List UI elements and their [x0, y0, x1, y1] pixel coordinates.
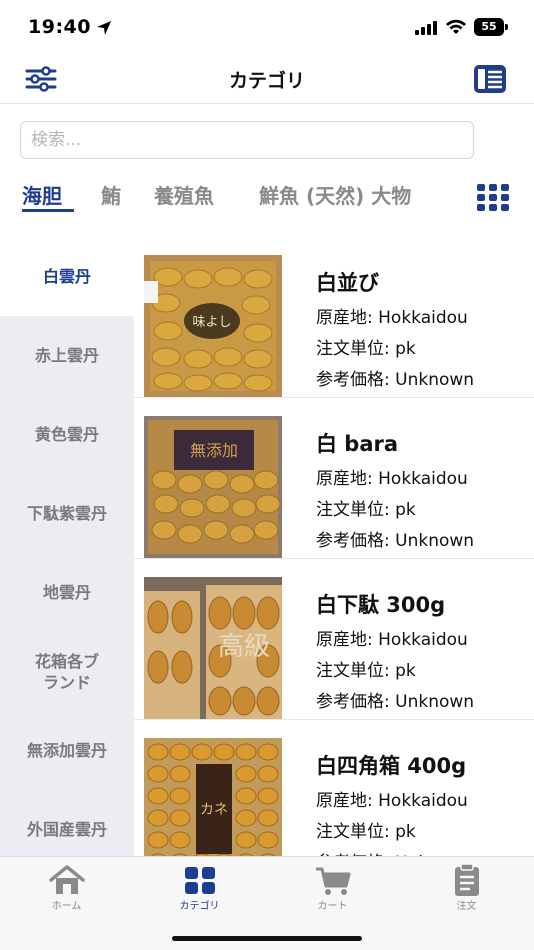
status-bar: 19:40 55 — [0, 0, 534, 56]
product-card[interactable]: 高級 白下駄 300g 原産地: Hokkaidou 注文単位: pk 参考価格… — [134, 559, 534, 720]
wifi-icon — [446, 19, 466, 34]
product-image: カネ — [144, 738, 282, 857]
product-list: 味よし 白並び 原産地: Hokkaidou 注文単位: pk 参考価格: Un… — [134, 237, 534, 857]
product-origin: 原産地: Hokkaidou — [316, 791, 468, 811]
tab-farmed-fish[interactable]: 養殖魚 — [154, 180, 214, 209]
product-price: 参考価格: Unknown — [316, 370, 475, 390]
product-price: 参考価格: Unknown — [316, 531, 475, 551]
tabbar-home[interactable]: ホーム — [0, 857, 133, 917]
package-label: 味よし — [192, 315, 231, 330]
category-tabs: 海胆 鮪 養殖魚 鮮魚 (天然) 大物 — [0, 176, 534, 220]
package-label: 高級 — [218, 632, 270, 662]
catalog-icon[interactable] — [472, 63, 508, 95]
sidebar-item-kiiro-uni[interactable]: 黄色雲丹 — [0, 395, 134, 474]
product-name: 白四角箱 400g — [316, 754, 467, 778]
product-name: 白 bara — [316, 432, 399, 456]
sidebar-item-shiro-uni[interactable]: 白雲丹 — [0, 237, 134, 316]
home-icon — [49, 865, 85, 894]
home-indicator — [172, 936, 362, 941]
location-arrow-icon — [97, 21, 111, 35]
search-input[interactable] — [20, 121, 474, 159]
product-card[interactable]: カネ 白四角箱 400g 原産地: Hokkaidou 注文単位: pk 参考価… — [134, 720, 534, 857]
active-tab-indicator — [22, 209, 74, 212]
product-origin: 原産地: Hokkaidou — [316, 469, 468, 489]
product-name: 白下駄 300g — [316, 593, 446, 617]
subcategory-sidebar: 白雲丹 赤上雲丹 黄色雲丹 下駄紫雲丹 地雲丹 花箱各ブランド 無添加雲丹 外国… — [0, 237, 134, 857]
product-image: 無添加 — [144, 416, 282, 558]
product-unit: 注文単位: pk — [316, 500, 416, 520]
product-image: 高級 — [144, 577, 282, 719]
tabbar-label: カート — [317, 901, 348, 912]
product-unit: 注文単位: pk — [316, 822, 416, 842]
tabbar-orders[interactable]: 注文 — [400, 857, 533, 917]
tab-uni[interactable]: 海胆 — [22, 180, 62, 209]
sidebar-item-mutenka-uni[interactable]: 無添加雲丹 — [0, 711, 134, 790]
sidebar-item-aka-uni[interactable]: 赤上雲丹 — [0, 316, 134, 395]
sidebar-item-geta-murasaki-uni[interactable]: 下駄紫雲丹 — [0, 474, 134, 553]
product-unit: 注文単位: pk — [316, 339, 416, 359]
tabbar-label: 注文 — [456, 901, 477, 912]
package-label: カネ — [200, 802, 228, 818]
package-label: 無添加 — [190, 441, 238, 460]
sidebar-item-gaikoku-uni[interactable]: 外国産雲丹 — [0, 790, 134, 857]
tab-wild-fish[interactable]: 鮮魚 (天然) 大物 — [259, 180, 411, 209]
product-price: 参考価格: Unknown — [316, 692, 475, 712]
grid-icon[interactable] — [475, 182, 511, 212]
page-title: カテゴリ — [228, 70, 305, 92]
battery-level: 55 — [481, 20, 497, 33]
tabbar-label: ホーム — [51, 901, 82, 912]
battery-indicator: 55 — [474, 18, 508, 36]
product-origin: 原産地: Hokkaidou — [316, 630, 468, 650]
product-name: 白並び — [316, 271, 379, 295]
product-image: 味よし — [144, 255, 282, 397]
product-card[interactable]: 無添加 白 bara 原産地: Hokkaidou 注文単位: pk 参考価格:… — [134, 398, 534, 559]
tabbar-label: カテゴリ — [179, 901, 220, 912]
clipboard-icon — [455, 863, 479, 896]
status-time: 19:40 — [28, 16, 91, 38]
product-card[interactable]: 味よし 白並び 原産地: Hokkaidou 注文単位: pk 参考価格: Un… — [134, 237, 534, 398]
nav-header: カテゴリ — [0, 56, 534, 104]
tab-maguro[interactable]: 鮪 — [101, 180, 121, 209]
product-unit: 注文単位: pk — [316, 661, 416, 681]
cellular-signal-icon — [415, 21, 437, 35]
category-grid-icon — [185, 867, 215, 894]
tabbar-category[interactable]: カテゴリ — [133, 857, 266, 917]
tabbar-cart[interactable]: カート — [266, 857, 399, 917]
sidebar-item-ji-uni[interactable]: 地雲丹 — [0, 553, 134, 632]
product-origin: 原産地: Hokkaidou — [316, 308, 468, 328]
cart-icon — [316, 867, 351, 895]
sidebar-item-hanabako-brand[interactable]: 花箱各ブランド — [0, 632, 134, 711]
